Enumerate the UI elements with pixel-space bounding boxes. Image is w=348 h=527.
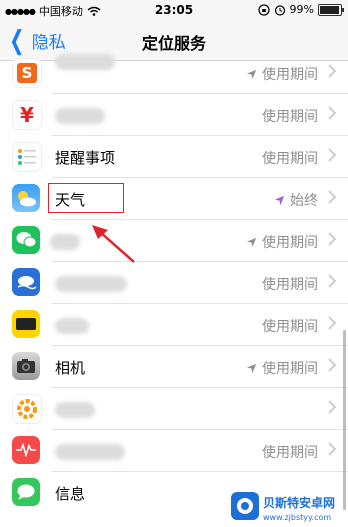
status-bar: ●●●●● 中国移动 23:05 99% [0, 0, 348, 20]
permission-value: 使用期间 [262, 109, 318, 125]
cloud-app-icon [12, 268, 40, 296]
location-arrow-icon [246, 363, 257, 373]
app-name: 提醒事项 [55, 149, 116, 167]
blurred-app-name [55, 54, 115, 70]
chevron-right-icon [328, 148, 336, 162]
permission-value: 使用期间 [262, 151, 318, 167]
permission-value: 使用期间 [262, 319, 318, 335]
scrollbar[interactable] [343, 330, 346, 510]
permission-value: 使用期间 [246, 358, 318, 378]
app-row[interactable]: 使用期间 [0, 262, 348, 304]
wechat-icon [12, 226, 40, 254]
reminders-icon [12, 142, 42, 172]
blurred-app-name [50, 234, 80, 250]
red-wave-app-icon [12, 436, 40, 464]
app-name: 天气 [55, 191, 86, 209]
app-location-list: S 使用期间 ¥ 使用期间 提醒事项 使用期间 天气 始终 使用期间 使用期间 … [0, 52, 348, 514]
app-row[interactable]: 使用期间 [0, 220, 348, 262]
chevron-right-icon [328, 64, 336, 78]
chevron-right-icon [328, 274, 336, 288]
app-row[interactable]: S 使用期间 [0, 52, 348, 94]
permission-value: 始终 [274, 190, 318, 210]
app-name: 相机 [55, 359, 86, 377]
battery-percent: 99% [289, 3, 314, 16]
app-row[interactable]: 使用期间 [0, 304, 348, 346]
weather-icon [12, 184, 40, 212]
page-title: 定位服务 [141, 34, 206, 53]
app-name: 信息 [55, 485, 86, 503]
blurred-app-name [55, 444, 125, 460]
app-row[interactable]: ¥ 使用期间 [0, 94, 348, 136]
alarm-icon [274, 4, 285, 16]
watermark-url: www.zjbstyy.com [263, 513, 331, 522]
chevron-right-icon [328, 316, 336, 330]
permission-value: 使用期间 [246, 64, 318, 84]
app-row-weather[interactable]: 天气 始终 [0, 178, 348, 220]
messages-icon [12, 478, 40, 506]
annotation-arrow [92, 225, 135, 263]
chevron-right-icon [328, 358, 336, 372]
watermark-logo: 贝斯特安卓网 www.zjbstyy.com [231, 492, 335, 522]
chevron-right-icon [328, 400, 336, 414]
camera-icon [12, 352, 40, 380]
app-s-icon: S [12, 58, 42, 88]
blurred-app-name [55, 276, 127, 292]
yen-app-icon: ¥ [12, 100, 42, 130]
app-row[interactable]: 使用期间 [0, 430, 348, 472]
watermark-title: 贝斯特安卓网 [263, 495, 335, 510]
location-arrow-icon [246, 237, 257, 247]
chevron-right-icon [328, 190, 336, 204]
battery-icon [318, 3, 344, 16]
chevron-right-icon [328, 106, 336, 120]
blurred-app-name [55, 318, 89, 334]
permission-value: 使用期间 [246, 232, 318, 252]
app-row-reminders[interactable]: 提醒事项 使用期间 [0, 136, 348, 178]
orientation-lock-icon [257, 3, 270, 16]
blurred-app-name [55, 402, 95, 418]
chevron-right-icon [328, 232, 336, 246]
permission-value: 使用期间 [262, 277, 318, 293]
blurred-app-name [55, 108, 105, 124]
yellow-app-icon [12, 310, 40, 338]
chevron-right-icon [328, 442, 336, 456]
app-row-camera[interactable]: 相机 使用期间 [0, 346, 348, 388]
location-arrow-icon [246, 69, 257, 79]
orange-app-icon [12, 394, 42, 424]
permission-value: 使用期间 [262, 445, 318, 461]
location-arrow-icon [274, 195, 285, 205]
app-row[interactable] [0, 388, 348, 430]
